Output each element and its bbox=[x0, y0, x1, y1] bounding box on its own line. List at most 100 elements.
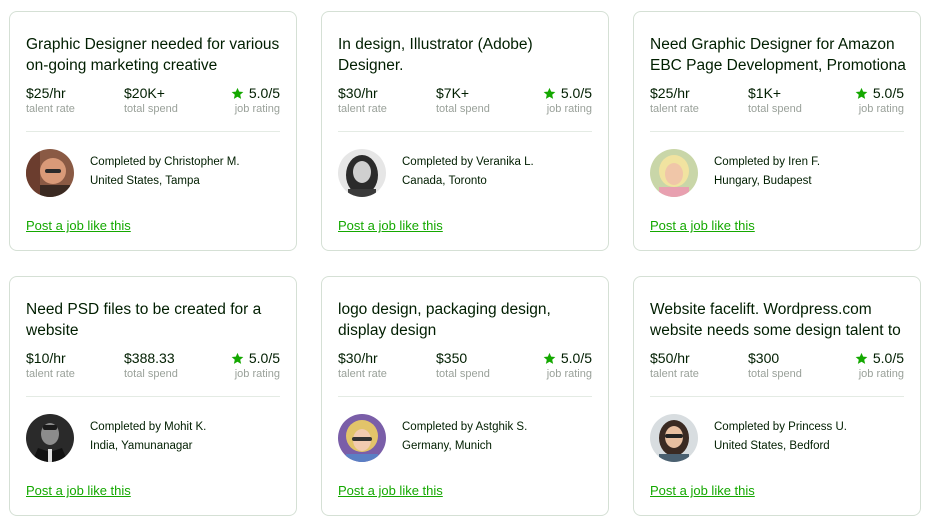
freelancer-info: Completed by Christopher M. United State… bbox=[26, 149, 288, 197]
job-rating-label: job rating bbox=[234, 103, 280, 115]
job-card: Website facelift. Wordpress.com website … bbox=[633, 276, 921, 516]
job-stats: $30/hr talent rate $7K+ total spend 5.0/… bbox=[338, 84, 592, 124]
completed-by: Completed by Astghik S. bbox=[402, 421, 528, 433]
job-title[interactable]: logo design, packaging design, display d… bbox=[338, 299, 600, 341]
post-job-link[interactable]: Post a job like this bbox=[338, 483, 443, 499]
post-job-link[interactable]: Post a job like this bbox=[26, 483, 131, 499]
talent-rate-label: talent rate bbox=[650, 103, 699, 115]
total-spend-stat: $388.33 total spend bbox=[124, 349, 178, 381]
avatar bbox=[26, 149, 74, 197]
job-title[interactable]: Website facelift. Wordpress.com website … bbox=[650, 299, 912, 341]
job-title[interactable]: Need PSD files to be created for a websi… bbox=[26, 299, 288, 341]
total-spend-label: total spend bbox=[436, 368, 490, 380]
talent-rate-value: $25/hr bbox=[650, 85, 690, 101]
avatar bbox=[338, 414, 386, 462]
job-rating-label: job rating bbox=[546, 368, 592, 380]
job-rating-stat: 5.0/5 job rating bbox=[855, 84, 904, 116]
talent-rate-stat: $25/hr talent rate bbox=[650, 84, 699, 116]
job-rating-value: 5.0/5 bbox=[560, 85, 592, 101]
talent-rate-value: $30/hr bbox=[338, 85, 378, 101]
total-spend-label: total spend bbox=[748, 103, 802, 115]
job-card: Need Graphic Designer for Amazon EBC Pag… bbox=[633, 11, 921, 251]
total-spend-stat: $350 total spend bbox=[436, 349, 490, 381]
divider bbox=[650, 131, 904, 132]
job-stats: $25/hr talent rate $1K+ total spend 5.0/… bbox=[650, 84, 904, 124]
divider bbox=[338, 131, 592, 132]
total-spend-value: $1K+ bbox=[748, 85, 782, 101]
avatar bbox=[650, 414, 698, 462]
freelancer-info: Completed by Astghik S. Germany, Munich bbox=[338, 414, 600, 462]
job-card: Graphic Designer needed for various on-g… bbox=[9, 11, 297, 251]
total-spend-label: total spend bbox=[124, 103, 178, 115]
location: Hungary, Budapest bbox=[714, 175, 812, 187]
job-title[interactable]: In design, Illustrator (Adobe) Designer. bbox=[338, 34, 600, 76]
freelancer-info: Completed by Mohit K. India, Yamunanagar bbox=[26, 414, 288, 462]
job-stats: $30/hr talent rate $350 total spend 5.0/… bbox=[338, 349, 592, 389]
talent-rate-label: talent rate bbox=[650, 368, 699, 380]
avatar bbox=[338, 149, 386, 197]
avatar bbox=[650, 149, 698, 197]
star-icon bbox=[231, 352, 244, 364]
avatar bbox=[26, 414, 74, 462]
location: United States, Bedford bbox=[714, 440, 830, 452]
divider bbox=[26, 131, 280, 132]
talent-rate-stat: $30/hr talent rate bbox=[338, 84, 387, 116]
completed-by: Completed by Mohit K. bbox=[90, 421, 207, 433]
job-card: In design, Illustrator (Adobe) Designer.… bbox=[321, 11, 609, 251]
star-icon bbox=[543, 352, 556, 364]
total-spend-stat: $300 total spend bbox=[748, 349, 802, 381]
job-card: logo design, packaging design, display d… bbox=[321, 276, 609, 516]
job-rating-label: job rating bbox=[858, 368, 904, 380]
job-title[interactable]: Graphic Designer needed for various on-g… bbox=[26, 34, 288, 76]
freelancer-info: Completed by Princess U. United States, … bbox=[650, 414, 912, 462]
post-job-link[interactable]: Post a job like this bbox=[650, 218, 755, 234]
divider bbox=[26, 396, 280, 397]
total-spend-value: $350 bbox=[436, 350, 468, 366]
location: India, Yamunanagar bbox=[90, 440, 193, 452]
job-rating-stat: 5.0/5 job rating bbox=[543, 84, 592, 116]
location: Germany, Munich bbox=[402, 440, 492, 452]
star-icon bbox=[231, 87, 244, 99]
post-job-link[interactable]: Post a job like this bbox=[650, 483, 755, 499]
total-spend-value: $20K+ bbox=[124, 85, 165, 101]
total-spend-stat: $20K+ total spend bbox=[124, 84, 178, 116]
completed-by: Completed by Princess U. bbox=[714, 421, 847, 433]
job-card: Need PSD files to be created for a websi… bbox=[9, 276, 297, 516]
talent-rate-label: talent rate bbox=[26, 368, 75, 380]
post-job-link[interactable]: Post a job like this bbox=[338, 218, 443, 234]
post-job-link[interactable]: Post a job like this bbox=[26, 218, 131, 234]
star-icon bbox=[855, 352, 868, 364]
star-icon bbox=[543, 87, 556, 99]
job-rating-value: 5.0/5 bbox=[560, 350, 592, 366]
completed-by: Completed by Iren F. bbox=[714, 156, 821, 168]
star-icon bbox=[855, 87, 868, 99]
job-rating-stat: 5.0/5 job rating bbox=[543, 349, 592, 381]
completed-by: Completed by Christopher M. bbox=[90, 156, 240, 168]
total-spend-stat: $1K+ total spend bbox=[748, 84, 802, 116]
talent-rate-value: $50/hr bbox=[650, 350, 690, 366]
location: Canada, Toronto bbox=[402, 175, 487, 187]
talent-rate-value: $10/hr bbox=[26, 350, 66, 366]
job-rating-value: 5.0/5 bbox=[248, 85, 280, 101]
job-rating-stat: 5.0/5 job rating bbox=[231, 84, 280, 116]
total-spend-value: $7K+ bbox=[436, 85, 470, 101]
talent-rate-label: talent rate bbox=[338, 103, 387, 115]
total-spend-label: total spend bbox=[436, 103, 490, 115]
total-spend-stat: $7K+ total spend bbox=[436, 84, 490, 116]
job-rating-value: 5.0/5 bbox=[872, 85, 904, 101]
talent-rate-label: talent rate bbox=[338, 368, 387, 380]
total-spend-value: $388.33 bbox=[124, 350, 175, 366]
talent-rate-stat: $25/hr talent rate bbox=[26, 84, 75, 116]
freelancer-info: Completed by Veranika L. Canada, Toronto bbox=[338, 149, 600, 197]
job-title[interactable]: Need Graphic Designer for Amazon EBC Pag… bbox=[650, 34, 912, 76]
job-rating-stat: 5.0/5 job rating bbox=[231, 349, 280, 381]
job-stats: $10/hr talent rate $388.33 total spend 5… bbox=[26, 349, 280, 389]
total-spend-value: $300 bbox=[748, 350, 780, 366]
talent-rate-stat: $10/hr talent rate bbox=[26, 349, 75, 381]
job-rating-value: 5.0/5 bbox=[872, 350, 904, 366]
divider bbox=[338, 396, 592, 397]
job-stats: $50/hr talent rate $300 total spend 5.0/… bbox=[650, 349, 904, 389]
talent-rate-value: $30/hr bbox=[338, 350, 378, 366]
talent-rate-stat: $30/hr talent rate bbox=[338, 349, 387, 381]
completed-by: Completed by Veranika L. bbox=[402, 156, 534, 168]
